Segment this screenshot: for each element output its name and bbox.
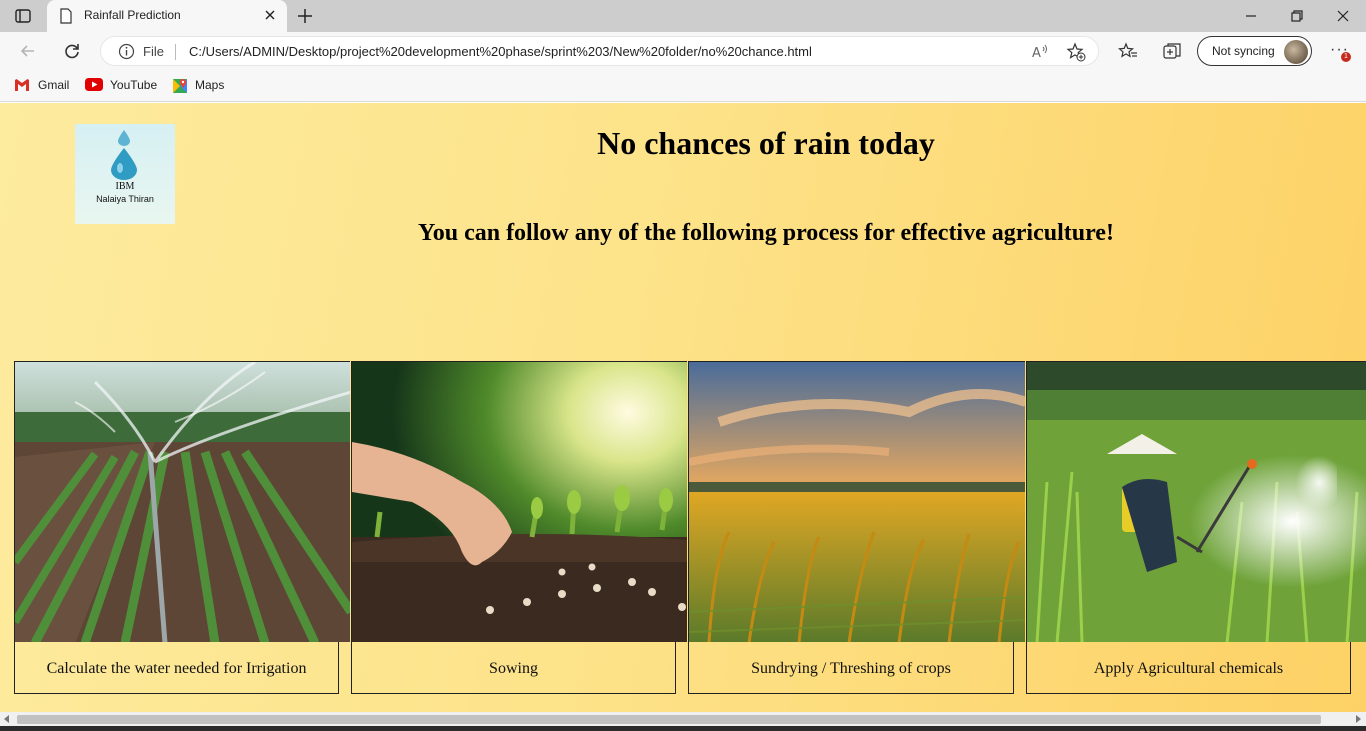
svg-text:A: A <box>1032 46 1041 61</box>
add-favorite-icon[interactable] <box>1066 42 1086 62</box>
bookmark-label: Gmail <box>38 78 70 92</box>
card-caption: Calculate the water needed for Irrigatio… <box>14 642 339 694</box>
bookmark-label: YouTube <box>110 78 158 92</box>
water-drop-icon <box>111 148 137 180</box>
tab-title: Rainfall Prediction <box>84 8 181 22</box>
address-scheme-label: File <box>143 44 164 59</box>
crop-spraying-image <box>1026 361 1366 642</box>
scroll-right-icon[interactable] <box>1356 715 1361 723</box>
bookmarks-bar: Gmail YouTube Maps <box>0 70 1366 102</box>
page-icon <box>60 8 72 24</box>
address-bar[interactable]: File C:/Users/ADMIN/Desktop/project%20de… <box>100 36 1099 66</box>
read-aloud-icon[interactable]: A <box>1031 43 1049 61</box>
profile-sync-button[interactable]: Not syncing <box>1197 36 1312 66</box>
sync-status-label: Not syncing <box>1212 44 1275 58</box>
collections-icon[interactable] <box>1162 41 1182 61</box>
tab-strip: Rainfall Prediction <box>0 0 1366 32</box>
page-viewport: IBM Nalaiya Thiran No chances of rain to… <box>0 103 1366 712</box>
logo-line-1: IBM <box>115 181 135 192</box>
favorites-icon[interactable] <box>1118 41 1138 61</box>
rice-field-sunset-image <box>688 361 1025 642</box>
avatar <box>1284 40 1308 64</box>
sowing-image <box>351 361 687 642</box>
card-caption: Sowing <box>351 642 676 694</box>
info-icon[interactable] <box>118 43 135 60</box>
scrollbar-thumb[interactable] <box>17 715 1321 724</box>
card-caption: Apply Agricultural chemicals <box>1026 642 1351 694</box>
water-drop-icon <box>118 130 130 146</box>
restore-icon[interactable] <box>1288 7 1306 25</box>
close-tab-icon[interactable] <box>262 7 278 23</box>
navigation-bar: File C:/Users/ADMIN/Desktop/project%20de… <box>0 32 1366 70</box>
bookmark-label: Maps <box>195 78 225 92</box>
scroll-left-icon[interactable] <box>4 715 9 723</box>
card-caption: Sundrying / Threshing of crops <box>688 642 1014 694</box>
maps-icon <box>173 79 187 93</box>
gmail-icon <box>15 79 29 91</box>
bookmark-youtube[interactable]: YouTube <box>85 77 161 95</box>
refresh-icon[interactable] <box>62 41 82 61</box>
minimize-icon[interactable] <box>1242 7 1260 25</box>
address-separator <box>175 44 176 60</box>
taskbar-edge <box>0 726 1366 731</box>
notification-badge: 1 <box>1341 52 1351 62</box>
logo-line-2: Nalaiya Thiran <box>96 194 154 204</box>
ibm-nalaiya-thiran-logo: IBM Nalaiya Thiran <box>75 124 175 224</box>
new-tab-icon[interactable] <box>295 6 315 26</box>
youtube-icon <box>85 78 103 91</box>
bookmark-gmail[interactable]: Gmail <box>14 77 74 95</box>
back-icon[interactable] <box>18 41 38 61</box>
horizontal-scrollbar[interactable] <box>0 712 1366 726</box>
page-title: No chances of rain today <box>597 125 935 161</box>
irrigation-image <box>14 361 350 642</box>
page-subtitle: You can follow any of the following proc… <box>418 220 1114 246</box>
active-tab[interactable]: Rainfall Prediction <box>47 0 287 32</box>
tab-actions-icon[interactable] <box>14 7 32 25</box>
bookmark-maps[interactable]: Maps <box>172 77 232 95</box>
close-window-icon[interactable] <box>1334 7 1352 25</box>
url-text[interactable]: C:/Users/ADMIN/Desktop/project%20develop… <box>189 44 812 59</box>
